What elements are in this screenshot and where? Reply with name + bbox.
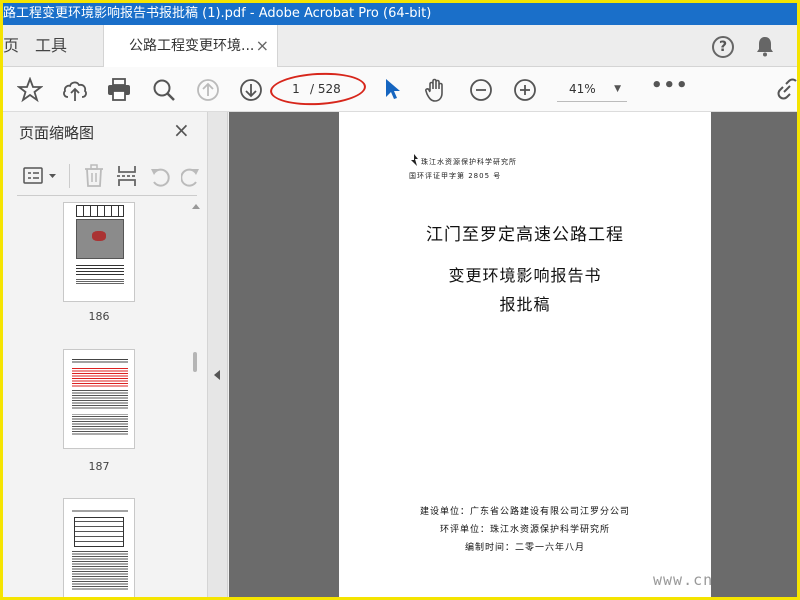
panel-divider (17, 195, 197, 196)
close-tab-icon[interactable]: × (256, 25, 269, 67)
tab-bar: 页 工具 公路工程变更环境... × ? (3, 25, 797, 68)
panel-collapse-strip[interactable] (208, 112, 228, 597)
thumbnail-number: 186 (88, 310, 110, 323)
doc-title-line2: 变更环境影响报告书 (448, 266, 602, 285)
upload-cloud-icon[interactable] (61, 77, 89, 103)
rotate-left-icon[interactable] (149, 164, 171, 188)
thumbnail-scrollbar[interactable] (189, 202, 203, 597)
more-tools-icon[interactable]: ••• (651, 75, 689, 96)
zoom-out-icon[interactable] (468, 77, 494, 103)
doc-builder: 建设单位：广东省公路建设有限公司江罗分公司 (419, 507, 630, 517)
tab-tools[interactable]: 工具 (35, 25, 67, 67)
watermark: www.cn (653, 571, 714, 589)
doc-date: 编制时间：二零一六年八月 (464, 543, 585, 553)
previous-page-icon[interactable] (195, 77, 221, 103)
thumbnail-page[interactable] (63, 349, 135, 449)
cert-number: 国环评证甲字第 2805 号 (409, 172, 502, 180)
institute-logo-icon (411, 154, 418, 166)
zoom-level-select[interactable]: 41% ▼ (557, 76, 627, 102)
options-menu-icon[interactable] (23, 166, 59, 186)
toolbar-divider (69, 164, 70, 188)
next-page-icon[interactable] (238, 77, 264, 103)
thumbnail-number: 187 (88, 460, 110, 473)
scrollbar-thumb[interactable] (193, 352, 197, 372)
help-icon[interactable]: ? (712, 36, 734, 58)
thumbnail-page[interactable] (63, 202, 135, 302)
collapse-arrow-icon[interactable] (214, 370, 220, 380)
zoom-level-value: 41% (569, 82, 596, 96)
title-bar: 路工程变更环境影响报告书报批稿 (1).pdf - Adobe Acrobat … (3, 3, 797, 25)
bell-icon[interactable] (755, 35, 775, 57)
chevron-down-icon: ▼ (614, 84, 621, 94)
scroll-up-icon[interactable] (192, 204, 200, 209)
print-icon[interactable] (106, 77, 132, 103)
tab-document-label: 公路工程变更环境... (129, 38, 255, 54)
star-icon[interactable] (17, 77, 43, 103)
link-icon[interactable] (775, 77, 797, 103)
insert-page-icon[interactable] (116, 164, 138, 188)
select-cursor-icon[interactable] (383, 77, 401, 101)
thumbnail-page[interactable] (63, 498, 135, 597)
trash-icon[interactable] (83, 164, 105, 188)
rotate-right-icon[interactable] (181, 164, 201, 188)
thumbnail-list: 186 187 (3, 202, 208, 597)
doc-title-line3: 报批稿 (499, 295, 551, 314)
main-toolbar: 1 / 528 41% ▼ ••• (3, 67, 797, 112)
thumbnails-panel: 页面缩略图 × 186 187 (3, 112, 208, 597)
doc-assessor: 环评单位：珠江水资源保护科学研究所 (439, 525, 610, 535)
document-viewport[interactable]: 珠江水资源保护科学研究所 国环评证甲字第 2805 号 江门至罗定高速公路工程 … (229, 112, 797, 597)
search-icon[interactable] (151, 77, 177, 103)
zoom-in-icon[interactable] (512, 77, 538, 103)
document-page: 珠江水资源保护科学研究所 国环评证甲字第 2805 号 江门至罗定高速公路工程 … (339, 112, 711, 597)
tab-document[interactable]: 公路工程变更环境... × (103, 25, 278, 68)
app-window: 路工程变更环境影响报告书报批稿 (1).pdf - Adobe Acrobat … (3, 3, 797, 597)
hand-tool-icon[interactable] (423, 77, 449, 103)
window-title: 路工程变更环境影响报告书报批稿 (1).pdf - Adobe Acrobat … (3, 6, 432, 21)
doc-title-line1: 江门至罗定高速公路工程 (426, 225, 624, 245)
panel-toolbar (3, 156, 208, 196)
org-name: 珠江水资源保护科学研究所 (421, 158, 517, 166)
panel-title: 页面缩略图 (19, 124, 95, 142)
close-panel-icon[interactable]: × (173, 118, 190, 142)
tab-home-partial[interactable]: 页 (3, 25, 19, 67)
